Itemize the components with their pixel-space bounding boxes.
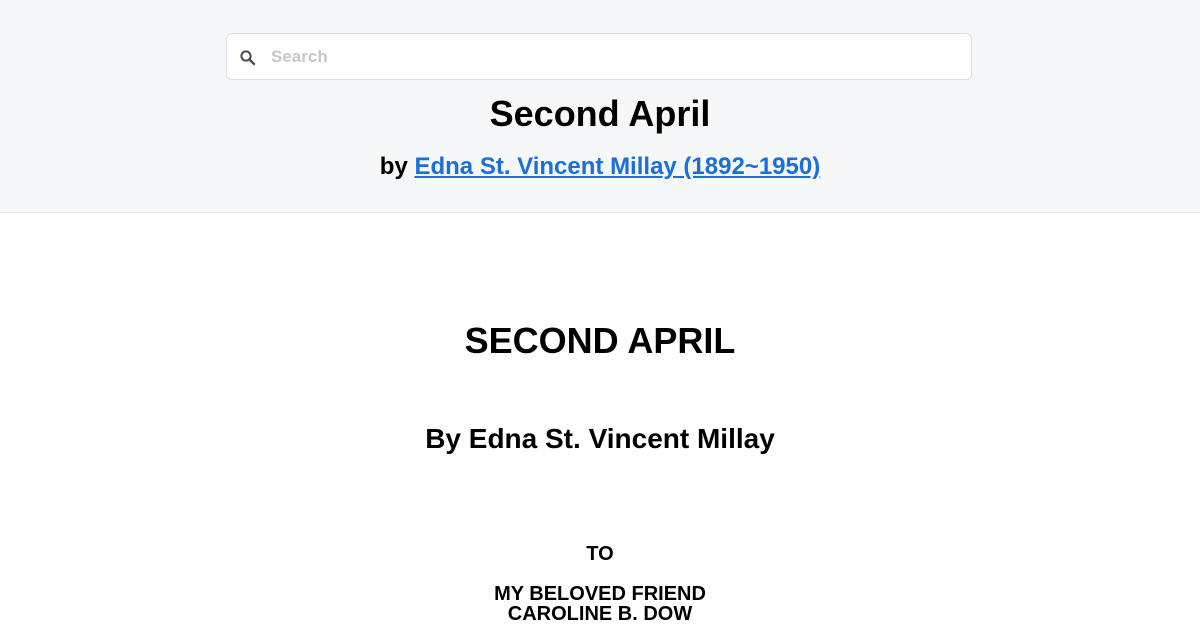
dedication-line: CAROLINE B. DOW	[507, 603, 693, 625]
search-input[interactable]	[271, 42, 951, 72]
content-title: SECOND APRIL	[464, 320, 736, 361]
search-box[interactable]	[226, 33, 972, 80]
byline: by Edna St. Vincent Millay (1892~1950)	[0, 152, 1200, 182]
content-author: By Edna St. Vincent Millay	[425, 423, 775, 454]
dedication-to: TO	[586, 543, 614, 565]
book-title: Second April	[489, 93, 711, 134]
byline-prefix: by	[379, 153, 415, 180]
search-icon	[239, 49, 257, 67]
author-link[interactable]: Edna St. Vincent Millay (1892~1950)	[414, 153, 820, 180]
dedication-line: MY BELOVED FRIEND	[494, 583, 706, 605]
page-header: Second April by Edna St. Vincent Millay …	[0, 0, 1200, 213]
book-content: SECOND APRIL By Edna St. Vincent Millay …	[0, 213, 1200, 628]
